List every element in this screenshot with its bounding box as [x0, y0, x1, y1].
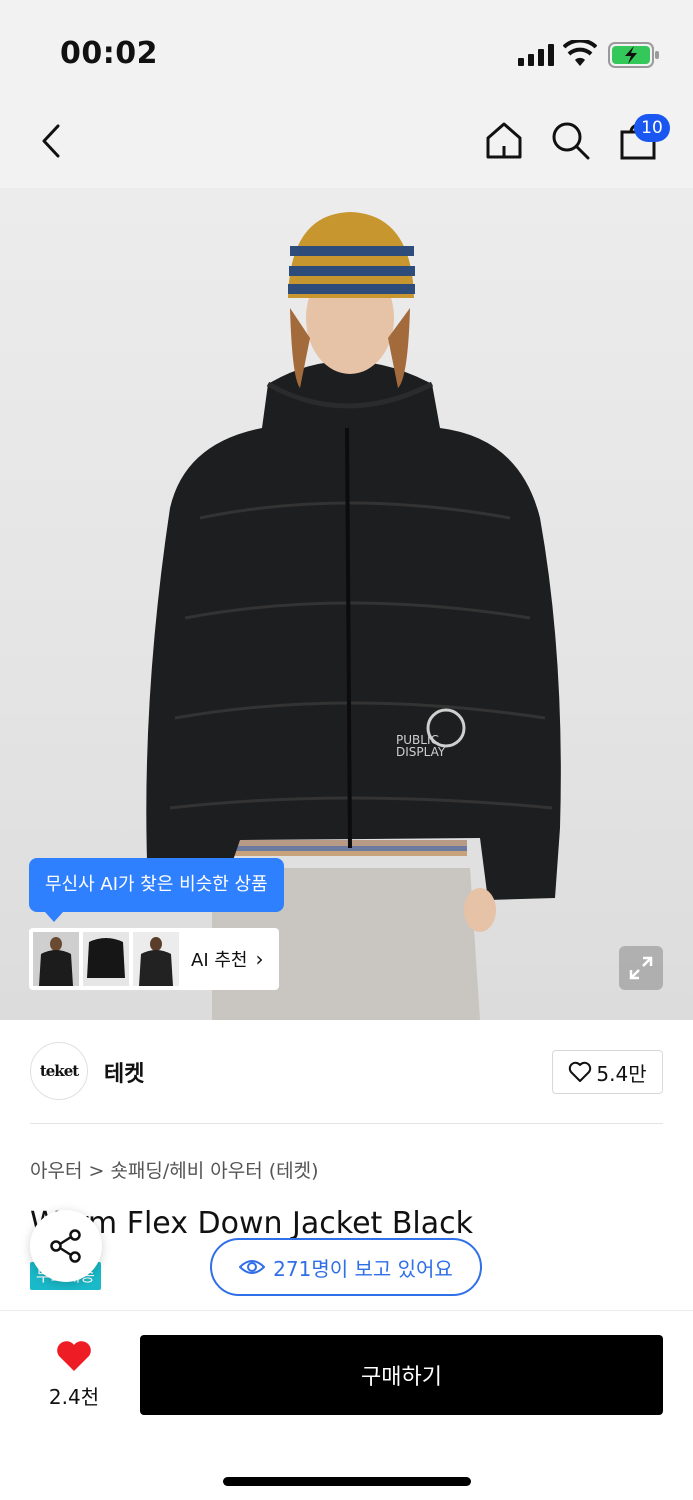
status-bar: 00:02 — [0, 0, 693, 96]
heart-filled-icon — [57, 1341, 91, 1371]
bottom-action-bar: 2.4천 구매하기 — [0, 1310, 693, 1500]
home-icon[interactable] — [484, 120, 524, 160]
signal-icon — [518, 44, 554, 66]
brand-like-count: 5.4만 — [596, 1061, 647, 1086]
brand-logo[interactable]: teket — [30, 1042, 88, 1100]
back-arrow-icon[interactable] — [36, 122, 68, 160]
search-icon[interactable] — [550, 120, 590, 160]
ai-thumb-3[interactable] — [133, 932, 179, 986]
ai-thumb-1[interactable] — [33, 932, 79, 986]
brand-row: teket 테켓 5.4만 — [30, 1020, 663, 1124]
share-icon — [50, 1229, 81, 1263]
share-button[interactable] — [30, 1210, 102, 1282]
wifi-icon — [563, 40, 597, 66]
product-like-button[interactable]: 2.4천 — [40, 1339, 108, 1419]
status-time: 00:02 — [60, 36, 158, 71]
product-like-count: 2.4천 — [48, 1385, 100, 1409]
ai-recommend-card[interactable]: AI 추천 › — [29, 928, 279, 990]
breadcrumb[interactable]: 아우터 > 숏패딩/헤비 아우터 (테켓) — [30, 1156, 319, 1183]
nav-bar: 10 — [0, 96, 693, 188]
eye-icon — [239, 1260, 266, 1274]
expand-image-button[interactable] — [619, 946, 663, 990]
heart-outline-icon — [569, 1061, 592, 1082]
viewers-text: 271명이 보고 있어요 — [273, 1256, 453, 1281]
chevron-right-icon: › — [255, 947, 264, 971]
svg-text:DISPLAY: DISPLAY — [396, 745, 446, 759]
battery-icon — [608, 42, 659, 68]
expand-icon — [629, 956, 653, 980]
ai-thumb-2[interactable] — [83, 932, 129, 986]
brand-like-button[interactable]: 5.4만 — [552, 1050, 663, 1094]
home-indicator — [223, 1477, 471, 1486]
brand-name[interactable]: 테켓 — [104, 1056, 144, 1088]
cart-count-badge: 10 — [634, 114, 670, 142]
buy-button[interactable]: 구매하기 — [140, 1335, 663, 1415]
ai-recommend-label: AI 추천 — [191, 950, 248, 971]
viewers-pill: 271명이 보고 있어요 — [210, 1238, 482, 1296]
ai-similar-tooltip[interactable]: 무신사 AI가 찾은 비슷한 상품 — [29, 858, 284, 922]
product-image[interactable]: PUBLIC DISPLAY 무신사 AI가 찾은 비슷한 상품 AI 추천 › — [0, 188, 693, 1020]
